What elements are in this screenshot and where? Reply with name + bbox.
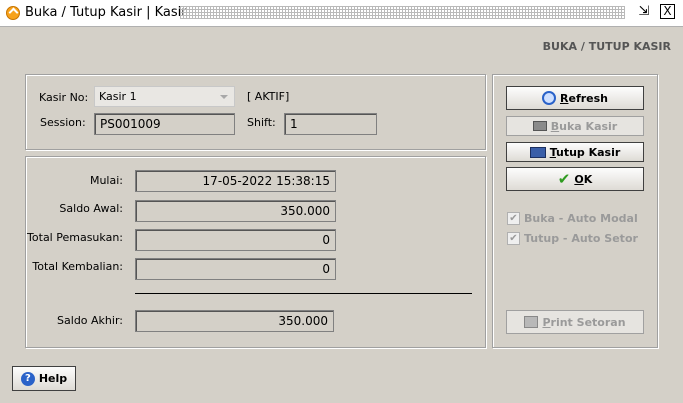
kasir-no-label: Kasir No: bbox=[39, 91, 89, 104]
print-setoran-label: Print Setoran bbox=[542, 315, 626, 329]
tutup-kasir-label: Tutup Kasir bbox=[549, 145, 621, 159]
kasir-select[interactable]: Kasir 1 bbox=[94, 86, 235, 107]
divider bbox=[135, 293, 472, 294]
saldo-awal-label: Saldo Awal: bbox=[59, 202, 123, 215]
help-button[interactable]: ? Help bbox=[12, 366, 76, 391]
help-label: Help bbox=[38, 372, 68, 385]
total-kembalian-field: 0 bbox=[135, 258, 336, 280]
tutup-auto-setor-label: Tutup - Auto Setor bbox=[524, 232, 638, 245]
cash-register-icon bbox=[532, 121, 547, 131]
print-setoran-button[interactable]: Print Setoran bbox=[506, 310, 644, 334]
refresh-button[interactable]: Refresh bbox=[506, 86, 644, 110]
saldo-akhir-field: 350.000 bbox=[135, 310, 334, 332]
saldo-awal-field: 350.000 bbox=[135, 200, 336, 222]
help-icon: ? bbox=[20, 371, 35, 386]
refresh-icon bbox=[542, 91, 556, 105]
close-register-icon bbox=[529, 146, 546, 158]
tutup-kasir-button[interactable]: Tutup Kasir bbox=[506, 142, 644, 162]
title-bar: Buka / Tutup Kasir | Kasir ⇲ X bbox=[0, 0, 683, 27]
buka-auto-modal-checkbox[interactable]: ✔ Buka - Auto Modal bbox=[507, 212, 638, 225]
shift-label: Shift: bbox=[247, 116, 276, 129]
kasir-status: [ AKTIF] bbox=[247, 90, 290, 103]
mulai-field: 17-05-2022 15:38:15 bbox=[135, 170, 336, 192]
ok-label: OK bbox=[574, 172, 593, 186]
buka-kasir-button[interactable]: Buka Kasir bbox=[506, 116, 644, 136]
buka-auto-modal-label: Buka - Auto Modal bbox=[524, 212, 638, 225]
app-icon bbox=[6, 6, 20, 20]
title-bar-drag-area[interactable] bbox=[180, 6, 625, 19]
checkbox-box: ✔ bbox=[507, 232, 520, 245]
window-title: Buka / Tutup Kasir | Kasir bbox=[25, 5, 187, 20]
chevron-down-icon bbox=[220, 95, 228, 99]
close-icon[interactable]: X bbox=[660, 4, 675, 19]
ok-button[interactable]: ✔ OK bbox=[506, 167, 644, 191]
refresh-button-label: Refresh bbox=[560, 91, 608, 105]
total-pemasukan-label: Total Pemasukan: bbox=[27, 231, 123, 244]
check-icon: ✔ bbox=[557, 170, 571, 188]
shift-field: 1 bbox=[284, 113, 377, 135]
restore-icon[interactable]: ⇲ bbox=[636, 4, 652, 20]
checkbox-box: ✔ bbox=[507, 212, 520, 225]
mulai-label: Mulai: bbox=[89, 174, 123, 187]
buka-kasir-label: Buka Kasir bbox=[550, 119, 618, 133]
page-title: BUKA / TUTUP KASIR bbox=[542, 40, 671, 53]
session-field: PS001009 bbox=[94, 113, 235, 135]
printer-icon bbox=[524, 316, 539, 328]
total-kembalian-label: Total Kembalian: bbox=[32, 260, 123, 273]
session-label: Session: bbox=[40, 116, 86, 129]
total-pemasukan-field: 0 bbox=[135, 229, 336, 251]
kasir-select-value: Kasir 1 bbox=[99, 90, 137, 103]
tutup-auto-setor-checkbox[interactable]: ✔ Tutup - Auto Setor bbox=[507, 232, 638, 245]
saldo-akhir-label: Saldo Akhir: bbox=[57, 314, 123, 327]
